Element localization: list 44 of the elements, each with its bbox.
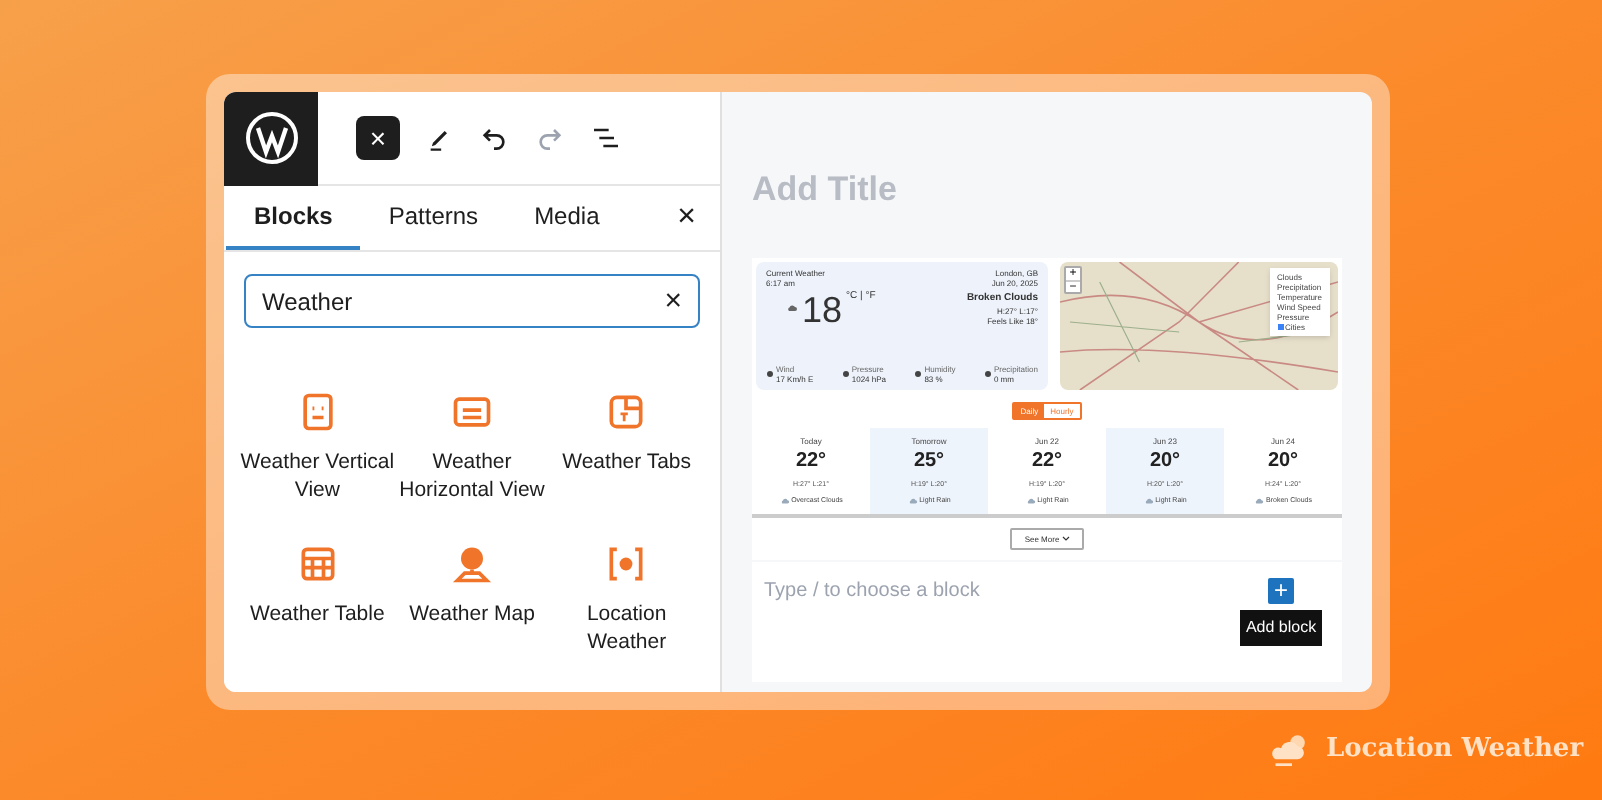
cloud-icon — [779, 495, 790, 505]
stat-icon — [914, 369, 923, 377]
block-label: Weather Tabs — [560, 448, 694, 476]
stat-icon — [983, 369, 992, 377]
caret-icon — [1061, 535, 1070, 541]
tab[interactable]: Blocks — [226, 186, 361, 250]
wordpress-logo[interactable] — [224, 92, 318, 185]
tab[interactable]: Patterns — [360, 186, 507, 250]
block-label: Weather Map — [407, 600, 537, 628]
bracket-pin-icon — [604, 542, 649, 586]
close-button[interactable]: × — [356, 116, 400, 160]
add-block-button[interactable]: + — [1268, 577, 1294, 603]
block-label: Weather Vertical View — [238, 448, 397, 504]
search-field[interactable]: Weather × — [244, 274, 700, 328]
temperature-text: 18 — [802, 289, 843, 329]
checkbox[interactable] — [1277, 323, 1284, 329]
cloud-icon — [1143, 495, 1154, 505]
map-pin-icon — [449, 542, 494, 586]
block-item[interactable]: Weather Tabs — [549, 390, 704, 514]
tooltip: Add block — [1239, 609, 1323, 645]
forecast-temperature: 25° — [913, 447, 945, 473]
brand-name: Location Weather — [1326, 732, 1584, 769]
block-label: Weather Horizontal View — [397, 448, 547, 504]
stat-icon — [841, 369, 850, 377]
close-button[interactable]: × — [673, 186, 700, 250]
block-item[interactable]: Weather Table — [240, 542, 395, 666]
block-item[interactable]: Weather Horizontal View — [394, 390, 550, 514]
stat-icon — [766, 369, 774, 377]
forecast-temperature: 22° — [795, 447, 827, 473]
forecast-temperature: 20° — [1267, 447, 1299, 473]
cloud-icon — [907, 495, 918, 505]
forecast-temperature: 22° — [1031, 447, 1063, 473]
tab[interactable]: Media — [506, 186, 628, 250]
cloud-icon — [1025, 495, 1036, 505]
block-label: Weather Table — [248, 600, 387, 628]
block-item[interactable]: Weather Map — [394, 542, 550, 666]
block-item[interactable]: Weather Vertical View — [240, 390, 395, 514]
block-label: Location Weather — [584, 600, 669, 656]
tabbed-card-icon — [604, 390, 649, 434]
block-item[interactable]: Location Weather — [549, 542, 704, 666]
cloud-icon — [786, 301, 798, 313]
forecast-temperature: 20° — [1149, 447, 1181, 473]
cloud-icon — [1254, 495, 1265, 505]
clear-button[interactable]: × — [664, 286, 682, 316]
